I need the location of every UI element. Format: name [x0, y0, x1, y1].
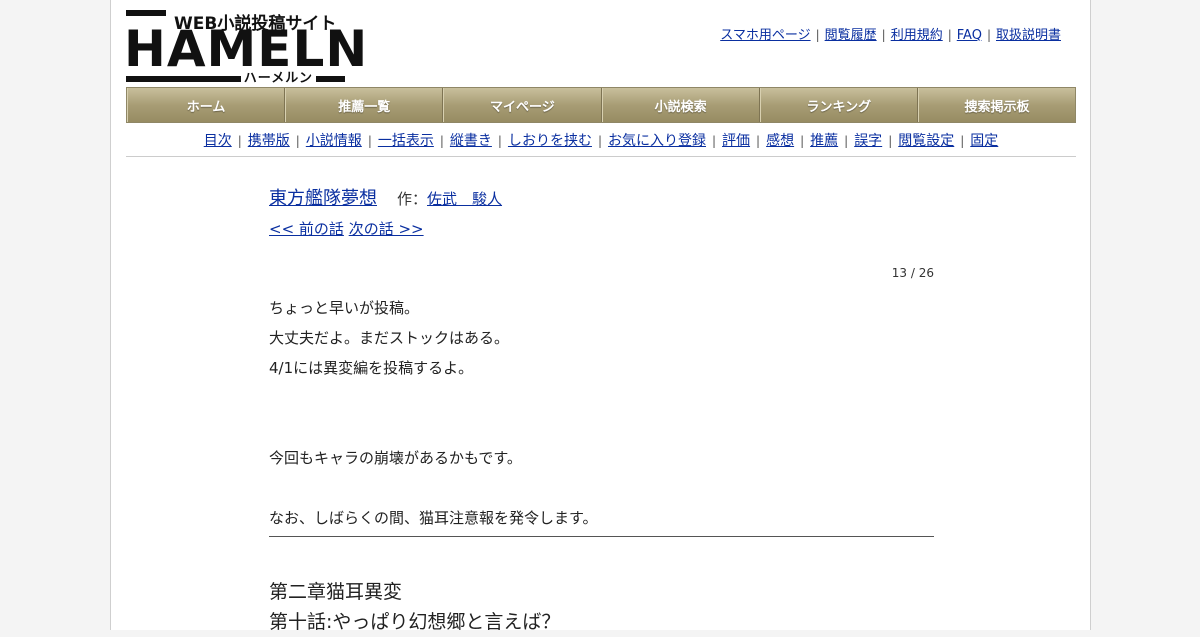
separator: |	[439, 134, 444, 148]
preface-line: 今回もキャラの崩壊があるかもです。	[269, 449, 522, 467]
subnav-recommend[interactable]: 推薦	[810, 133, 838, 149]
page-container: WEB小説投稿サイト HAMELN ハーメルン スマホ用ページ | 閲覧履歴 | 利用規…	[110, 0, 1091, 633]
novel-title[interactable]: 東方艦隊夢想	[269, 188, 377, 209]
preface-text: ちょっと早いが投稿。 大丈夫だよ。まだストックはある。 4/1には異変編を投稿す…	[269, 293, 934, 533]
separator: |	[960, 134, 965, 148]
episode-title: 第十話:やっぱり幻想郷と言えば？	[269, 611, 561, 633]
separator: |	[800, 134, 805, 148]
preface-line	[269, 473, 934, 503]
toplink-smartphone[interactable]: スマホ用ページ	[720, 28, 810, 43]
preface-line: ちょっと早いが投稿。	[269, 299, 420, 317]
separator: |	[844, 134, 849, 148]
preface-line	[269, 413, 934, 443]
separator: |	[815, 28, 820, 42]
logo-bar-top	[126, 10, 166, 16]
separator: |	[881, 28, 886, 42]
separator: |	[986, 28, 991, 42]
subnav-settings[interactable]: 閲覧設定	[898, 133, 954, 149]
preface-line: 大丈夫だよ。まだストックはある。	[269, 329, 510, 347]
separator: |	[237, 134, 242, 148]
toplink-manual[interactable]: 取扱説明書	[996, 28, 1061, 43]
title-row: 東方艦隊夢想 作：佐武 駿人	[269, 184, 934, 210]
subnav-bookmark[interactable]: しおりを挟む	[508, 133, 592, 149]
top-links: スマホ用ページ | 閲覧履歴 | 利用規約 | FAQ | 取扱説明書	[720, 24, 1061, 43]
chapter-heading: 第二章猫耳異変 第十話:やっぱり幻想郷と言えば？	[269, 577, 560, 637]
nav-tab-search[interactable]: 小説検索	[601, 88, 760, 122]
author-link[interactable]: 佐武 駿人	[427, 190, 502, 208]
subnav-rate[interactable]: 評価	[722, 133, 750, 149]
subnav-favorite[interactable]: お気に入り登録	[608, 133, 706, 149]
preface-divider	[269, 536, 934, 537]
sub-nav: 目次 | 携帯版 | 小説情報 | 一括表示 | 縦書き | しおりを挟む | お気に入り登録 | 評価 | 感…	[126, 130, 1076, 150]
author-label: 作：	[397, 190, 428, 208]
nav-tab-ranking[interactable]: ランキング	[759, 88, 918, 122]
hameln-logo[interactable]: WEB小説投稿サイト HAMELN ハーメルン	[124, 10, 367, 86]
separator: |	[367, 134, 372, 148]
logo-kana: ハーメルン	[240, 67, 316, 86]
subnav-info[interactable]: 小説情報	[306, 133, 362, 149]
separator: |	[295, 134, 300, 148]
header-divider	[126, 156, 1076, 157]
separator: |	[756, 134, 761, 148]
nav-tab-mypage[interactable]: マイページ	[443, 88, 602, 122]
main-nav: ホーム 推薦一覧 マイページ 小説検索 ランキング 捜索掲示板	[126, 87, 1076, 123]
separator: |	[597, 134, 602, 148]
prev-episode-link[interactable]: << 前の話	[269, 220, 344, 238]
separator: |	[888, 134, 893, 148]
nav-tab-recommend[interactable]: 推薦一覧	[285, 88, 444, 122]
next-episode-link[interactable]: 次の話 >>	[349, 220, 424, 238]
episode-pager: << 前の話 次の話 >>	[269, 218, 934, 239]
separator: |	[497, 134, 502, 148]
preface-line: なお、しばらくの間、猫耳注意報を発令します。	[269, 509, 598, 527]
nav-tab-home[interactable]: ホーム	[127, 88, 286, 122]
subnav-pin[interactable]: 固定	[970, 133, 998, 149]
episode-counter: 13 / 26	[891, 266, 934, 280]
separator: |	[947, 28, 952, 42]
preface-line: 4/1には異変編を投稿するよ。	[269, 359, 474, 377]
subnav-all[interactable]: 一括表示	[378, 133, 434, 149]
subnav-vertical[interactable]: 縦書き	[450, 133, 492, 149]
subnav-toc[interactable]: 目次	[204, 133, 232, 149]
toplink-faq[interactable]: FAQ	[957, 28, 982, 43]
subnav-mobile[interactable]: 携帯版	[248, 133, 290, 149]
preface-line	[269, 383, 934, 413]
subnav-review[interactable]: 感想	[766, 133, 794, 149]
toplink-terms[interactable]: 利用規約	[891, 28, 943, 43]
chapter-section-title: 第二章猫耳異変	[269, 581, 403, 603]
novel-content: 東方艦隊夢想 作：佐武 駿人 << 前の話 次の話 >> 13 / 26 ちょっと…	[269, 184, 934, 633]
nav-tab-board[interactable]: 捜索掲示板	[917, 88, 1076, 122]
subnav-typo[interactable]: 誤字	[854, 133, 882, 149]
separator: |	[712, 134, 717, 148]
toplink-history[interactable]: 閲覧履歴	[825, 28, 877, 43]
